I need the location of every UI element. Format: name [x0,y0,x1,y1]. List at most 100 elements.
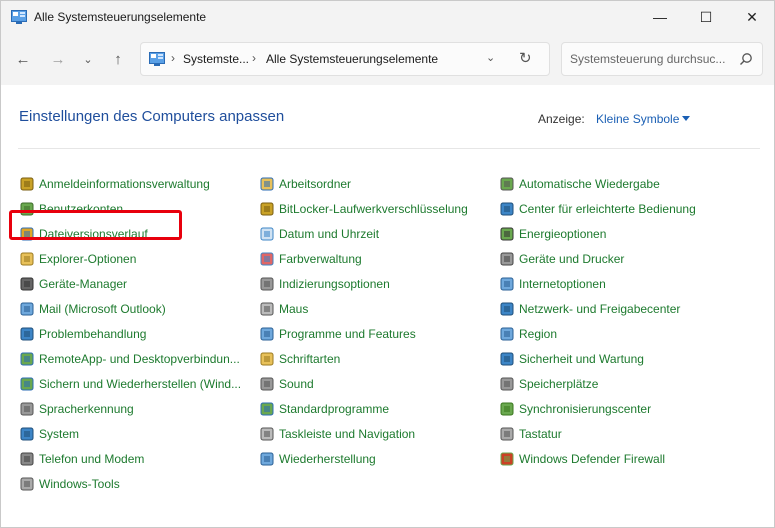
control-panel-item-label: Sicherheit und Wartung [519,352,644,366]
control-panel-item[interactable]: Windows Defender Firewall [499,449,665,469]
control-panel-item[interactable]: Mail (Microsoft Outlook) [19,299,166,319]
control-panel-item[interactable]: Synchronisierungscenter [499,399,651,419]
control-panel-item-label: Arbeitsordner [279,177,352,191]
control-panel-item[interactable]: Spracherkennung [19,399,134,419]
address-bar[interactable]: › Systemste... › Alle Systemsteuerungsel… [140,42,550,76]
view-mode-select[interactable]: Kleine Symbole [596,112,679,126]
control-panel-item-label: Benutzerkonten [39,202,124,216]
taskbar-icon [260,427,274,441]
search-input[interactable] [570,51,735,67]
control-panel-item[interactable]: Anmeldeinformationsverwaltung [19,174,210,194]
breadcrumb-systemsteuerung[interactable]: Systemste... [183,52,249,66]
control-panel-item[interactable]: Indizierungsoptionen [259,274,390,294]
devices-printers-icon [500,252,514,266]
control-panel-item[interactable]: Taskleiste und Navigation [259,424,415,444]
back-button[interactable]: ← [12,49,34,69]
control-panel-item-label: Explorer-Optionen [39,252,137,266]
control-panel-item[interactable]: Sound [259,374,314,394]
control-panel-item-label: Programme und Features [279,327,416,341]
maximize-icon: ☐ [699,8,713,25]
control-panel-item[interactable]: Center für erleichterte Bedienung [499,199,696,219]
control-panel-item[interactable]: Arbeitsordner [259,174,351,194]
control-panel-item-label: Region [519,327,558,341]
control-panel-item[interactable]: RemoteApp- und Desktopverbindun... [19,349,240,369]
control-panel-item-label: Problembehandlung [39,327,147,341]
recovery-icon [260,452,274,466]
address-dropdown-icon[interactable]: ⌄ [486,51,495,64]
ease-of-access-icon [500,202,514,216]
control-panel-item-label: Farbverwaltung [279,252,362,266]
refresh-icon[interactable]: ↻ [519,49,532,67]
remoteapp-icon [20,352,34,366]
control-panel-item[interactable]: Windows-Tools [19,474,120,494]
control-panel-item-label: Tastatur [519,427,562,441]
breadcrumb-separator: › [171,51,175,65]
recent-locations-button[interactable]: ⌄ [77,49,99,69]
user-accounts-icon [20,202,34,216]
control-panel-item[interactable]: Netzwerk- und Freigabecenter [499,299,680,319]
control-panel-item[interactable]: Explorer-Optionen [19,249,136,269]
internet-options-icon [500,277,514,291]
navigation-bar: ← → ⌄ ↑ › Systemste... › Alle Systemsteu… [1,33,774,85]
control-panel-item[interactable]: Geräte und Drucker [499,249,624,269]
control-panel-item[interactable]: Farbverwaltung [259,249,362,269]
close-button[interactable]: ✕ [729,1,774,33]
control-panel-item[interactable]: Speicherplätze [499,374,598,394]
bitlocker-icon [260,202,274,216]
control-panel-item[interactable]: Automatische Wiedergabe [499,174,660,194]
control-panel-item[interactable]: Region [499,324,557,344]
control-panel-item[interactable]: Sicherheit und Wartung [499,349,644,369]
breadcrumb-separator: › [252,51,256,65]
search-icon[interactable] [739,52,753,66]
power-options-icon [500,227,514,241]
control-panel-item-label: BitLocker-Laufwerkverschlüsselung [279,202,468,216]
control-panel-item[interactable]: Internetoptionen [499,274,606,294]
minimize-button[interactable]: — [637,1,683,33]
caret-down-icon[interactable] [682,116,690,121]
control-panel-item[interactable]: Problembehandlung [19,324,146,344]
maximize-button[interactable]: ☐ [683,1,729,33]
control-panel-item[interactable]: Wiederherstellung [259,449,376,469]
control-panel-item[interactable]: Programme und Features [259,324,416,344]
security-maintenance-icon [500,352,514,366]
backup-restore-icon [20,377,34,391]
breadcrumb-current[interactable]: Alle Systemsteuerungselemente [266,52,438,66]
control-panel-item[interactable]: Benutzerkonten [19,199,123,219]
color-management-icon [260,252,274,266]
control-panel-item[interactable]: Dateiversionsverlauf [19,224,148,244]
control-panel-item[interactable]: Telefon und Modem [19,449,144,469]
chevron-down-icon: ⌄ [83,53,93,66]
network-sharing-icon [500,302,514,316]
control-panel-item[interactable]: Maus [259,299,308,319]
control-panel-item-label: Wiederherstellung [279,452,376,466]
control-panel-item[interactable]: BitLocker-Laufwerkverschlüsselung [259,199,468,219]
control-panel-item-label: Sichern und Wiederherstellen (Wind... [39,377,242,391]
control-panel-item[interactable]: Tastatur [499,424,562,444]
indexing-options-icon [260,277,274,291]
control-panel-item-label: Spracherkennung [39,402,134,416]
control-panel-item[interactable]: System [19,424,79,444]
keyboard-icon [500,427,514,441]
control-panel-item[interactable]: Energieoptionen [499,224,606,244]
search-box[interactable] [561,42,763,76]
forward-button[interactable]: → [47,49,69,69]
control-panel-item-label: Speicherplätze [519,377,599,391]
control-panel-item-label: Center für erleichterte Bedienung [519,202,696,216]
control-panel-item[interactable]: Geräte-Manager [19,274,127,294]
credential-manager-icon [20,177,34,191]
control-panel-item[interactable]: Standardprogramme [259,399,389,419]
control-panel-item-label: Maus [279,302,309,316]
view-label: Anzeige: [538,112,585,126]
control-panel-item[interactable]: Datum und Uhrzeit [259,224,379,244]
control-panel-item[interactable]: Sichern und Wiederherstellen (Wind... [19,374,241,394]
control-panel-item[interactable]: Schriftarten [259,349,340,369]
autoplay-icon [500,177,514,191]
sound-icon [260,377,274,391]
mail-icon [20,302,34,316]
phone-modem-icon [20,452,34,466]
control-panel-icon [149,52,165,66]
up-button[interactable]: ↑ [107,49,129,69]
control-panel-item-label: System [39,427,80,441]
windows-tools-icon [20,477,34,491]
window-title: Alle Systemsteuerungselemente [34,10,207,24]
